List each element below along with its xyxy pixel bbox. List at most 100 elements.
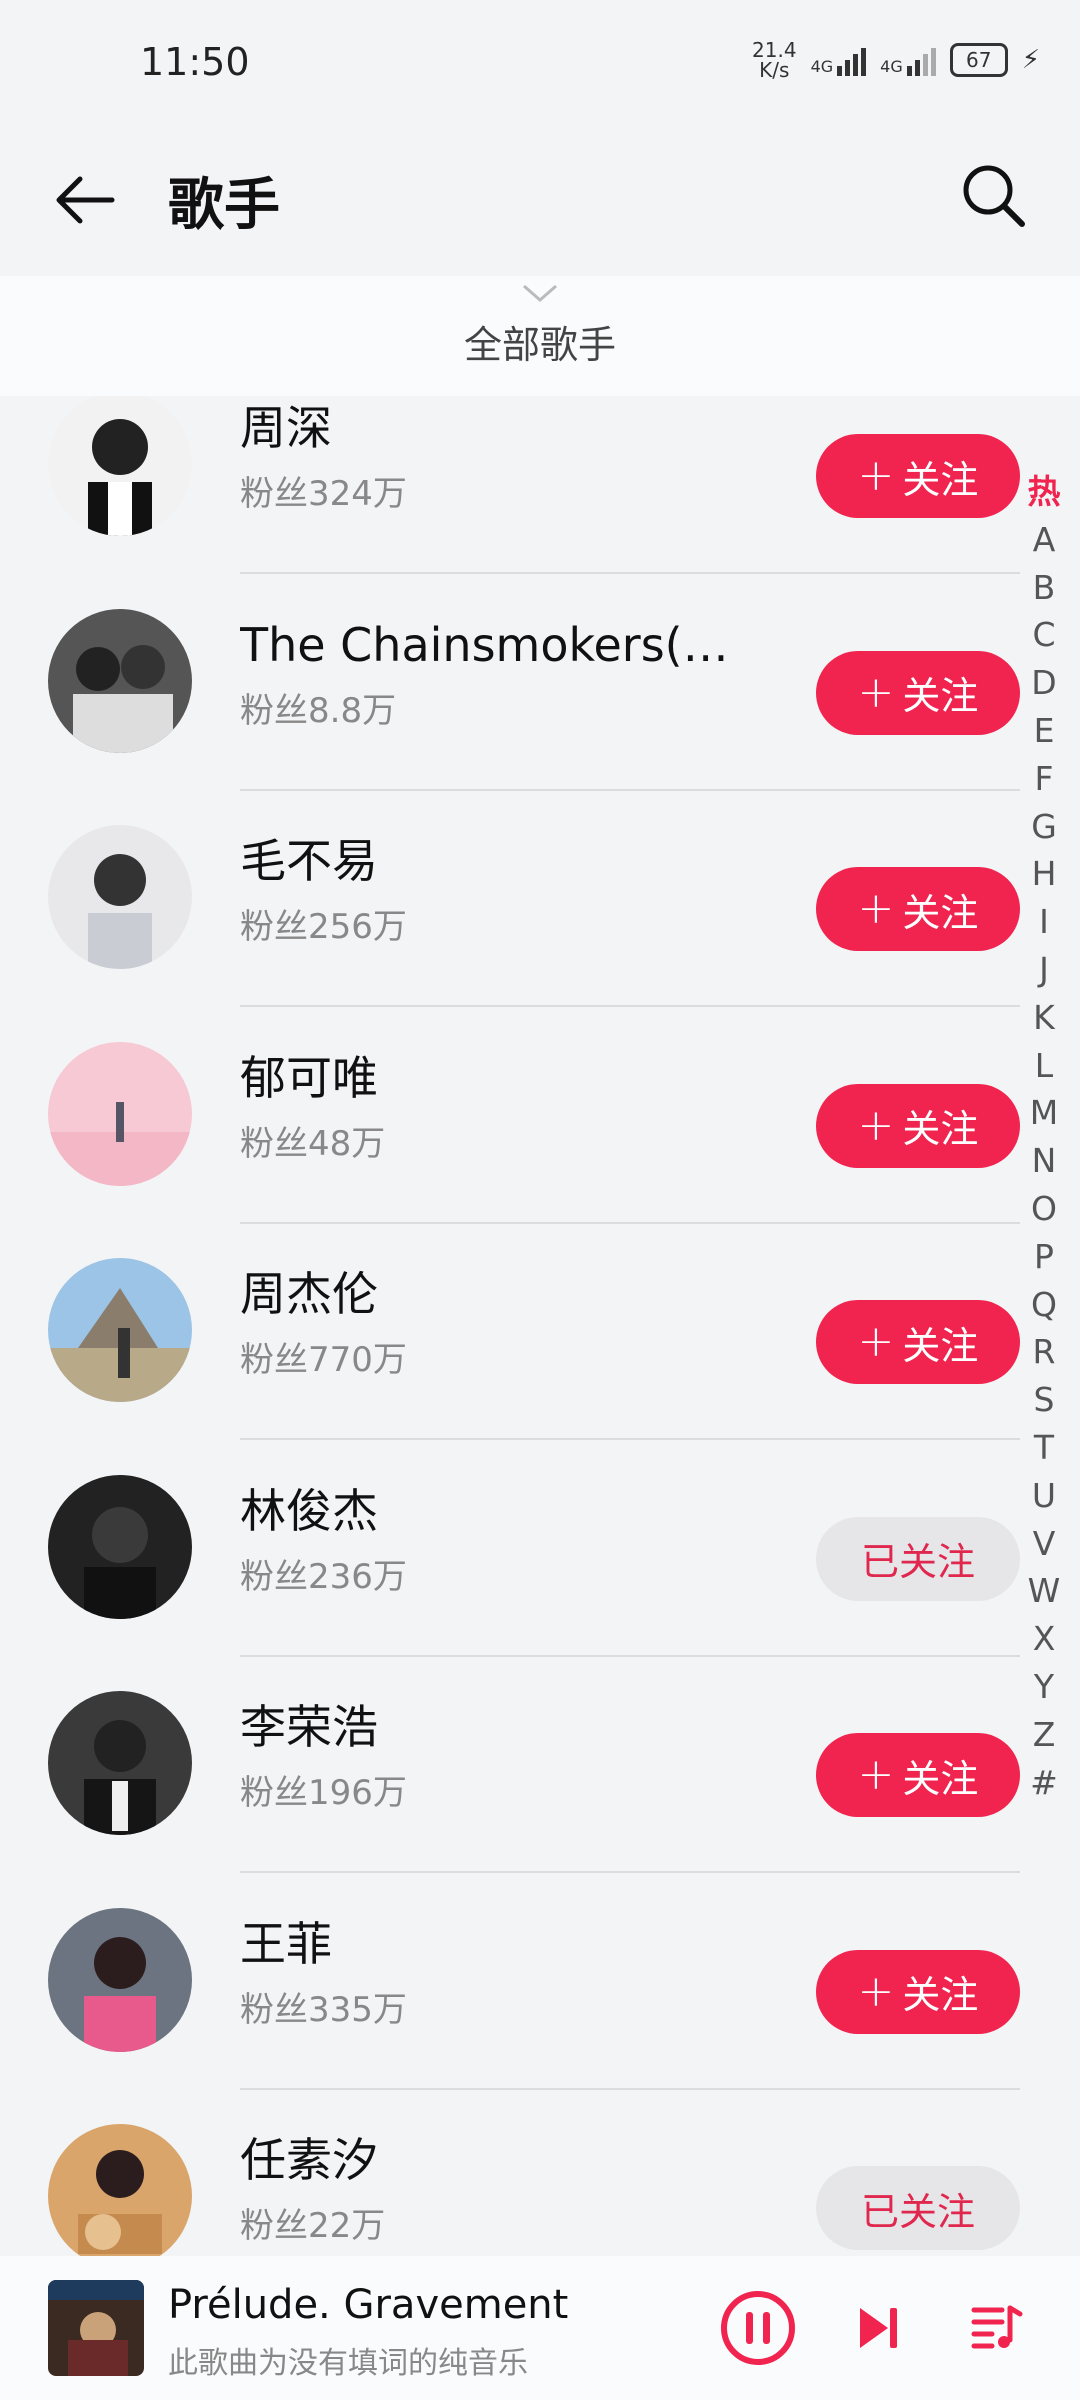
artist-avatar[interactable] — [48, 1691, 192, 1835]
artist-row[interactable]: 郁可唯 粉丝48万 + 关注 — [0, 1008, 1080, 1224]
follow-button[interactable]: + 关注 — [816, 1300, 1020, 1384]
sim1-label: 4G — [810, 57, 834, 76]
artist-row[interactable]: 毛不易 粉丝256万 + 关注 — [0, 791, 1080, 1007]
artist-name: 林俊杰 — [240, 1483, 378, 1538]
sim2-label: 4G — [880, 57, 903, 76]
index-letter[interactable]: Z — [1033, 1711, 1056, 1759]
artist-row[interactable]: 王菲 粉丝335万 + 关注 — [0, 1874, 1080, 2090]
network-speed-unit: K/s — [759, 58, 790, 82]
follow-label: 关注 — [902, 1107, 979, 1151]
charging-icon: ⚡ — [1021, 45, 1040, 75]
artist-avatar[interactable] — [48, 608, 192, 753]
filter-bar[interactable]: 全部歌手 — [0, 276, 1080, 396]
artist-row[interactable]: 任素汐 粉丝22万 已关注 — [0, 2090, 1080, 2256]
follow-button[interactable]: + 关注 — [816, 1733, 1020, 1817]
song-title: Prélude. Gravement — [168, 2282, 569, 2328]
index-letter[interactable]: G — [1031, 803, 1057, 851]
index-letter[interactable]: C — [1032, 611, 1055, 659]
follow-label: 关注 — [902, 1323, 979, 1368]
page-title: 歌手 — [168, 173, 280, 238]
plus-icon: + — [857, 1749, 895, 1800]
artist-avatar[interactable] — [48, 396, 192, 536]
followed-button[interactable]: 已关注 — [816, 2166, 1020, 2250]
index-letter[interactable]: L — [1035, 1042, 1053, 1090]
follow-button[interactable]: + 关注 — [816, 1949, 1020, 2034]
artist-row[interactable]: 周杰伦 粉丝770万 + 关注 — [0, 1224, 1080, 1440]
index-letter[interactable]: I — [1039, 898, 1049, 946]
followed-label: 已关注 — [860, 1540, 975, 1584]
index-letter[interactable]: S — [1034, 1376, 1055, 1424]
index-letter[interactable]: # — [1030, 1759, 1058, 1807]
artist-fans: 粉丝236万 — [240, 1556, 407, 1597]
artist-fans: 粉丝196万 — [240, 1773, 407, 1813]
plus-icon: + — [857, 666, 895, 718]
follow-button[interactable]: + 关注 — [816, 650, 1020, 735]
artist-avatar[interactable] — [48, 1258, 192, 1402]
artist-name: 任素汐 — [240, 2133, 378, 2187]
artist-avatar[interactable] — [48, 1041, 192, 1186]
status-bar: 11:50 21.4 K/s 4G 4G 67 ⚡ — [0, 0, 1080, 130]
artist-fans: 粉丝8.8万 — [240, 690, 397, 731]
followed-label: 已关注 — [860, 2189, 975, 2234]
index-letter[interactable]: X — [1033, 1615, 1056, 1663]
index-letter[interactable]: R — [1033, 1328, 1056, 1376]
index-letter[interactable]: Q — [1031, 1281, 1057, 1329]
follow-label: 关注 — [902, 1973, 979, 2017]
artist-avatar[interactable] — [48, 1474, 192, 1619]
pause-icon[interactable] — [718, 2288, 798, 2368]
index-letter[interactable]: T — [1034, 1424, 1054, 1472]
index-letter[interactable]: P — [1034, 1233, 1054, 1281]
artist-name: 郁可唯 — [240, 1050, 378, 1105]
playlist-icon[interactable] — [968, 2300, 1024, 2356]
index-letter[interactable]: N — [1032, 1137, 1057, 1185]
index-letter[interactable]: D — [1031, 659, 1056, 707]
back-arrow-icon[interactable] — [50, 165, 120, 235]
album-cover[interactable] — [48, 2280, 144, 2376]
follow-label: 关注 — [902, 1756, 979, 1801]
plus-icon: + — [857, 1316, 895, 1367]
plus-icon: + — [857, 883, 895, 934]
index-letter[interactable]: E — [1034, 707, 1055, 755]
artist-row[interactable]: 周深 粉丝324万 + 关注 — [0, 396, 1080, 574]
index-letter[interactable]: U — [1032, 1472, 1056, 1520]
search-icon[interactable] — [958, 160, 1030, 232]
index-letter[interactable]: H — [1032, 850, 1057, 898]
signal-2-icon: 4G — [880, 44, 936, 76]
mini-player[interactable]: Prélude. Gravement 此歌曲为没有填词的纯音乐 — [0, 2256, 1080, 2400]
index-letter[interactable]: J — [1039, 946, 1049, 994]
artist-row[interactable]: The Chainsmokers(烟... 粉丝8.8万 + 关注 — [0, 575, 1080, 791]
index-letter[interactable]: Y — [1034, 1663, 1054, 1711]
next-track-icon[interactable] — [850, 2300, 906, 2356]
artist-row[interactable]: 李荣浩 粉丝196万 + 关注 — [0, 1657, 1080, 1873]
index-letter[interactable]: F — [1035, 755, 1054, 803]
battery-icon: 67 — [949, 43, 1008, 77]
index-letter[interactable]: M — [1030, 1089, 1058, 1137]
artist-avatar[interactable] — [48, 2124, 192, 2256]
index-letter[interactable]: O — [1031, 1185, 1057, 1233]
index-letter[interactable]: K — [1033, 994, 1055, 1042]
follow-button[interactable]: + 关注 — [816, 434, 1020, 518]
network-speed-value: 21.4 — [752, 38, 797, 62]
artist-name: 李荣浩 — [240, 1700, 378, 1754]
song-description: 此歌曲为没有填词的纯音乐 — [168, 2346, 528, 2381]
index-letter[interactable]: V — [1033, 1520, 1056, 1568]
index-letter[interactable]: B — [1033, 564, 1056, 612]
plus-icon: + — [857, 450, 895, 501]
follow-label: 关注 — [902, 890, 979, 935]
artist-avatar[interactable] — [48, 1907, 192, 2052]
followed-button[interactable]: 已关注 — [816, 1516, 1020, 1601]
alphabet-index[interactable]: 热 A B C D E F G H I J K L M N O P Q R S T U V W X Y Z # — [1022, 468, 1066, 1806]
artist-row[interactable]: 林俊杰 粉丝236万 已关注 — [0, 1441, 1080, 1657]
plus-icon: + — [857, 1965, 895, 2017]
status-icons: 21.4 K/s 4G 4G 67 ⚡ — [752, 40, 1040, 80]
follow-button[interactable]: + 关注 — [816, 1083, 1020, 1168]
follow-label: 关注 — [902, 674, 979, 718]
follow-label: 关注 — [902, 457, 979, 502]
index-letter[interactable]: W — [1028, 1567, 1061, 1615]
artist-list[interactable]: 周深 粉丝324万 + 关注 The Chainsmokers(烟... 粉丝8.… — [0, 396, 1080, 2256]
index-letter[interactable]: A — [1033, 516, 1056, 564]
artist-avatar[interactable] — [48, 825, 192, 969]
filter-label: 全部歌手 — [463, 323, 616, 367]
follow-button[interactable]: + 关注 — [816, 867, 1020, 951]
index-hot[interactable]: 热 — [1028, 468, 1061, 516]
